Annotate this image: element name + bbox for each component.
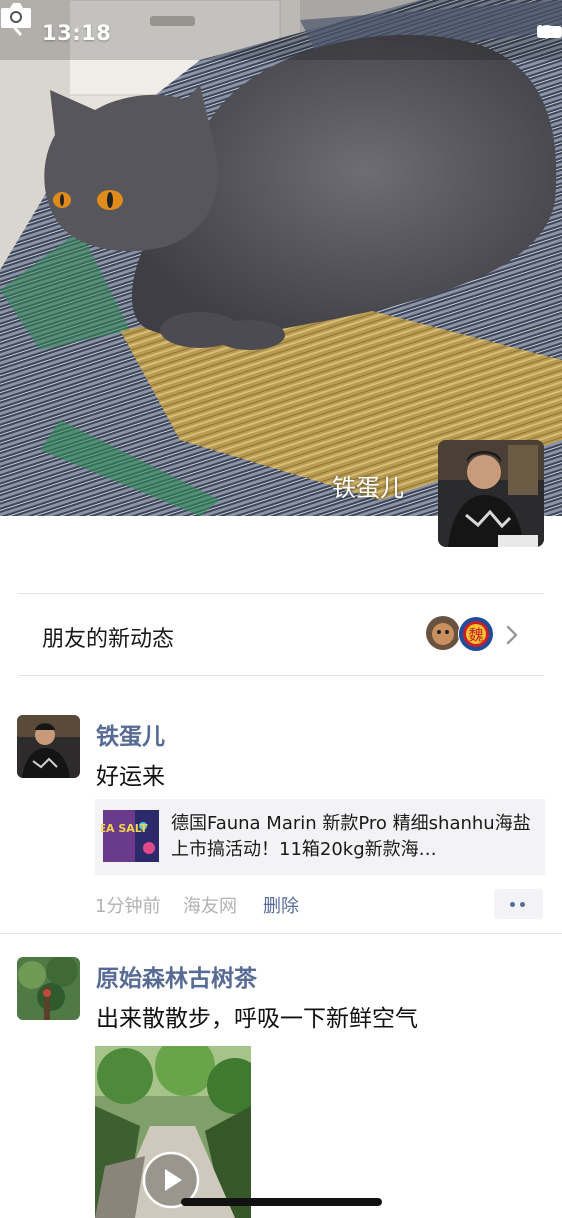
- link-card[interactable]: SEA SALT 德国Fauna Marin 新款Pro 精细shanhu海盐上…: [95, 799, 545, 875]
- link-thumb-image: SEA SALT: [101, 808, 161, 864]
- friend-updates-label: 朋友的新动态: [42, 627, 175, 652]
- friend-avatar: 魏: [458, 616, 494, 652]
- status-time: 13:18: [42, 21, 112, 45]
- post-author[interactable]: 铁蛋儿: [96, 717, 165, 751]
- more-actions-button[interactable]: [494, 889, 543, 919]
- post-time: 1分钟前: [95, 896, 161, 917]
- friend-updates-row[interactable]: 朋友的新动态 魏: [18, 594, 544, 676]
- profile-name: 铁蛋儿: [332, 474, 404, 502]
- post-text: 出来散散步，呼吸一下新鲜空气: [96, 1006, 418, 1032]
- home-indicator: [181, 1198, 382, 1206]
- battery-icon: [537, 26, 562, 38]
- cover-photo-art: [0, 0, 562, 516]
- more-dot-icon: [520, 902, 525, 907]
- link-thumb: SEA SALT: [101, 808, 161, 864]
- post-source[interactable]: 海友网: [183, 892, 237, 918]
- post-divider: [0, 933, 562, 934]
- post-avatar[interactable]: [17, 715, 80, 778]
- post-avatar-photo: [17, 715, 80, 778]
- camera-icon[interactable]: [0, 0, 32, 30]
- cover-photo[interactable]: 13:18 铁蛋儿: [0, 0, 562, 516]
- profile-avatar-photo: [438, 440, 544, 547]
- profile-avatar[interactable]: [438, 440, 544, 547]
- link-thumb-text: SEA SALT: [101, 822, 148, 835]
- video-thumbnail[interactable]: [95, 1046, 251, 1218]
- friend-avatar-photo: [426, 616, 460, 650]
- post-avatar-photo: [17, 957, 80, 1020]
- more-dot-icon: [510, 902, 515, 907]
- friend-avatar: [426, 616, 460, 650]
- post-author[interactable]: 原始森林古树茶: [96, 959, 257, 993]
- status-bar: 13:18: [0, 0, 562, 70]
- post-text: 好运来: [96, 764, 165, 790]
- chevron-right-icon: [506, 625, 518, 645]
- divider-bottom: [18, 675, 544, 676]
- friend-avatar-badge: 魏: [459, 617, 493, 651]
- friend-badge-char: 魏: [468, 626, 483, 644]
- link-title: 德国Fauna Marin 新款Pro 精细shanhu海盐上市搞活动！11箱2…: [171, 813, 531, 860]
- moments-page: 13:18 铁蛋儿 朋友的新动态 魏 铁蛋儿 好运来 EA SALT 德国Fau…: [0, 0, 562, 1218]
- delete-button[interactable]: 删除: [263, 892, 299, 918]
- post-avatar[interactable]: [17, 957, 80, 1020]
